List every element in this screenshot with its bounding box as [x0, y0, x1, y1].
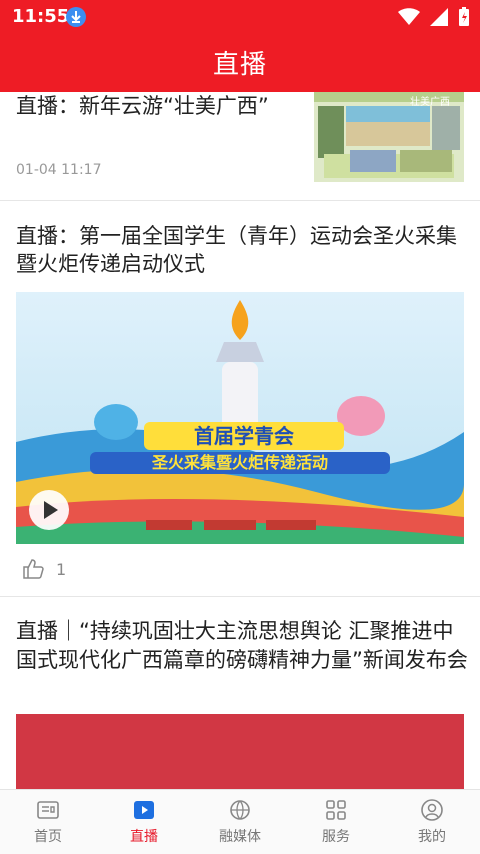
globe-icon [230, 800, 250, 820]
tab-services[interactable]: 服务 [288, 790, 384, 854]
thumbs-up-icon [23, 559, 44, 579]
item-title[interactable]: 直播：第一届全国学生（青年）运动会圣火采集暨火炬传递启动仪式 [16, 222, 464, 278]
item-thumbnail[interactable] [16, 714, 464, 789]
tab-label: 融媒体 [219, 829, 261, 845]
page-title: 直播 [212, 50, 267, 80]
download-icon [66, 7, 86, 27]
status-time: 11:55 [12, 6, 70, 27]
news-icon [37, 801, 59, 819]
battery-icon [459, 7, 469, 26]
tab-mine[interactable]: 我的 [384, 790, 480, 854]
status-bar: 11:55 [0, 0, 480, 34]
wifi-icon [398, 8, 420, 25]
item-thumbnail: 壮美广西 [314, 92, 464, 182]
video-thumbnail[interactable]: 首届学青会 圣火采集暨火炬传递活动 [16, 292, 464, 544]
user-icon [421, 799, 443, 821]
tab-label: 服务 [322, 829, 350, 845]
bottom-tab-bar: 首页 直播 融媒体 服务 我的 [0, 789, 480, 854]
news-feed[interactable]: 直播：新年云游“壮美广西” 01-04 11:17 壮美广西 直播：第一届全国学… [0, 92, 480, 789]
thumb-caption: 壮美广西 [410, 97, 450, 108]
grid-icon [326, 800, 346, 820]
tab-media[interactable]: 融媒体 [192, 790, 288, 854]
item-title: 直播：新年云游“壮美广西” [16, 94, 269, 118]
like-button[interactable]: 1 [22, 557, 66, 581]
signal-icon [430, 8, 448, 26]
like-count: 1 [56, 559, 67, 579]
play-icon [44, 501, 58, 519]
item-date: 01-04 11:17 [16, 162, 102, 178]
divider [0, 596, 480, 597]
tab-label: 我的 [418, 829, 446, 845]
item-title[interactable]: 直播｜“持续巩固壮大主流思想舆论 汇聚推进中国式现代化广西篇章的磅礴精神力量”新… [16, 617, 468, 675]
tab-home[interactable]: 首页 [0, 790, 96, 854]
play-icon [134, 801, 154, 819]
divider [0, 200, 480, 201]
app-header: 11:55 直播 [0, 0, 480, 92]
tab-label: 直播 [130, 829, 158, 845]
tab-label: 首页 [34, 829, 62, 845]
play-button[interactable] [29, 490, 69, 530]
banner-subtitle: 圣火采集暨火炬传递活动 [151, 453, 328, 472]
tab-live[interactable]: 直播 [96, 790, 192, 854]
list-item[interactable]: 直播：新年云游“壮美广西” 01-04 11:17 壮美广西 [0, 92, 480, 200]
banner-title: 首届学青会 [194, 424, 294, 448]
